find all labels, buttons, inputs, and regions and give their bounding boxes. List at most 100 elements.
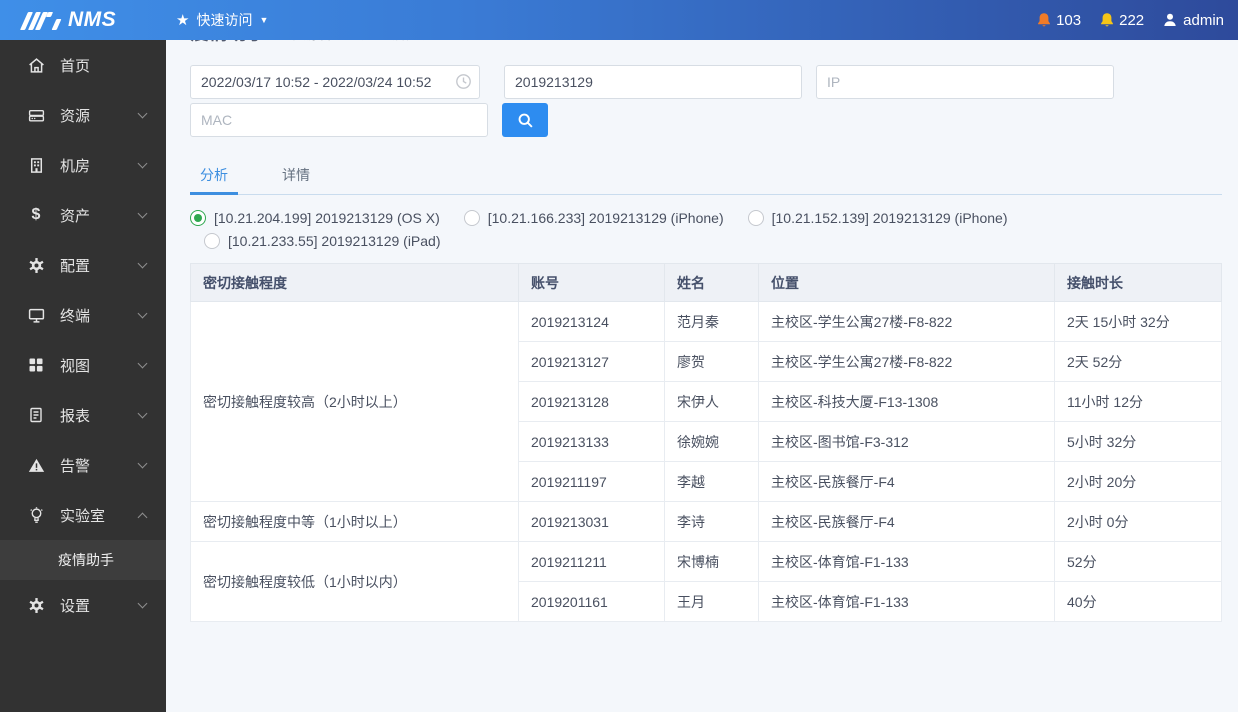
topbar-right: 103 222 admin	[1036, 12, 1238, 29]
device-option-2[interactable]: [10.21.166.233] 2019213129 (iPhone)	[463, 210, 724, 226]
sidebar-item-lab[interactable]: 实验室	[0, 490, 166, 540]
table-row: 密切接触程度较高（2小时以上） 2019213124 范月秦 主校区-学生公寓2…	[190, 301, 1222, 502]
cell-duration-link[interactable]: 2小时 20分	[1054, 461, 1222, 502]
cell-duration-link[interactable]: 5小时 32分	[1054, 421, 1222, 462]
device-option-label: [10.21.152.139] 2019213129 (iPhone)	[771, 210, 1008, 226]
cell-location: 主校区-体育馆-F1-133	[758, 581, 1055, 622]
radio-icon	[463, 210, 480, 226]
account-input[interactable]	[504, 65, 802, 99]
tab-analysis[interactable]: 分析	[190, 157, 238, 195]
logo-icon	[19, 10, 62, 30]
sidebar-item-label: 配置	[60, 257, 91, 275]
cell-location: 主校区-学生公寓27楼-F8-822	[758, 301, 1055, 342]
device-option-1[interactable]: [10.21.204.199] 2019213129 (OS X)	[190, 210, 440, 226]
chevron-down-icon	[137, 358, 148, 369]
cell-account: 2019201161	[518, 581, 665, 622]
notice-count: 222	[1119, 11, 1145, 29]
date-range-input[interactable]	[190, 65, 480, 99]
sidebar-item-label: 视图	[60, 357, 91, 375]
radio-icon	[747, 210, 764, 226]
cell-name: 李诗	[664, 501, 759, 542]
group-label-medium: 密切接触程度中等（1小时以上）	[190, 501, 519, 542]
app-logo: NMS	[0, 8, 166, 32]
sidebar-item-server-room[interactable]: 机房	[0, 140, 166, 190]
cell-name: 范月秦	[664, 301, 759, 342]
radio-selected-icon	[190, 210, 206, 226]
gear-icon	[27, 257, 45, 274]
sidebar-item-label: 告警	[60, 457, 91, 475]
chevron-down-icon	[137, 598, 148, 609]
sidebar-item-resources[interactable]: 资源	[0, 90, 166, 140]
chevron-down-icon	[137, 458, 148, 469]
username: admin	[1183, 11, 1224, 29]
user-menu[interactable]: admin	[1162, 12, 1224, 29]
caret-down-icon: ▼	[259, 14, 269, 25]
cell-location: 主校区-民族餐厅-F4	[758, 461, 1055, 502]
warning-icon	[27, 457, 45, 474]
tab-details[interactable]: 详情	[272, 157, 320, 194]
cell-account: 2019213124	[518, 301, 665, 342]
sidebar-item-label: 资源	[60, 107, 91, 125]
ip-input[interactable]	[816, 65, 1114, 99]
alert-badge[interactable]: 103	[1036, 12, 1081, 29]
cell-name: 廖贺	[664, 341, 759, 382]
sidebar-subitem-epidemic-assistant[interactable]: 疫情助手	[0, 540, 166, 580]
mac-input[interactable]	[190, 103, 488, 137]
alert-count: 103	[1056, 11, 1082, 29]
bell-icon	[1038, 13, 1050, 27]
bell-icon	[1101, 13, 1114, 27]
sidebar-item-settings[interactable]: 设置	[0, 580, 166, 630]
sidebar-item-terminal[interactable]: 终端	[0, 290, 166, 340]
sidebar: 首页 资源 机房 $ 资产 配置 终端 视图 报表 告警 实验室 疫情助手 设置	[0, 40, 166, 712]
home-icon	[27, 57, 45, 74]
grid-icon	[27, 357, 45, 373]
column-header-duration: 接触时长	[1054, 263, 1222, 302]
cell-duration-link[interactable]: 40分	[1054, 581, 1222, 622]
dollar-icon: $	[31, 206, 41, 223]
cell-account: 2019213031	[518, 501, 665, 542]
cell-duration-link[interactable]: 52分	[1054, 541, 1222, 582]
cell-account: 2019213127	[518, 341, 665, 382]
cell-account: 2019211197	[518, 461, 665, 502]
sidebar-item-reports[interactable]: 报表	[0, 390, 166, 440]
topbar: NMS ★ 快速访问 ▼ 103 222 admin	[0, 0, 1238, 40]
cell-duration-link[interactable]: 2小时 0分	[1054, 501, 1222, 542]
tab-bar: 分析 详情	[190, 157, 1222, 195]
chevron-down-icon	[137, 108, 148, 119]
sidebar-item-label: 设置	[60, 597, 91, 615]
sidebar-item-views[interactable]: 视图	[0, 340, 166, 390]
cell-account: 2019213133	[518, 421, 665, 462]
cell-duration-link[interactable]: 2天 15小时 32分	[1054, 301, 1222, 342]
search-button[interactable]	[502, 103, 548, 137]
sidebar-item-assets[interactable]: $ 资产	[0, 190, 166, 240]
device-option-label: [10.21.166.233] 2019213129 (iPhone)	[487, 210, 724, 226]
device-option-3[interactable]: [10.21.152.139] 2019213129 (iPhone)	[747, 210, 1008, 226]
cell-location: 主校区-图书馆-F3-312	[758, 421, 1055, 462]
group-label-high: 密切接触程度较高（2小时以上）	[190, 301, 519, 502]
star-icon: ★	[176, 11, 190, 29]
cell-name: 李越	[664, 461, 759, 502]
contact-table: 密切接触程度 账号 姓名 位置 接触时长 密切接触程度较高（2小时以上） 201…	[190, 263, 1222, 622]
cell-location: 主校区-科技大厦-F13-1308	[758, 381, 1055, 422]
sidebar-item-alerts[interactable]: 告警	[0, 440, 166, 490]
quick-access-menu[interactable]: ★ 快速访问 ▼	[176, 10, 268, 30]
chevron-down-icon	[137, 258, 148, 269]
quick-access-label: 快速访问	[196, 12, 253, 28]
chevron-down-icon	[137, 408, 148, 419]
logo-text: NMS	[68, 8, 117, 31]
chevron-up-icon	[137, 512, 148, 522]
notice-badge[interactable]: 222	[1099, 12, 1144, 29]
search-icon	[518, 113, 533, 128]
cell-name: 王月	[664, 581, 759, 622]
gear-icon	[27, 597, 45, 614]
group-label-low: 密切接触程度较低（1小时以内）	[190, 541, 519, 622]
cell-duration-link[interactable]: 2天 52分	[1054, 341, 1222, 382]
device-option-4[interactable]: [10.21.233.55] 2019213129 (iPad)	[204, 233, 441, 249]
device-option-label: [10.21.233.55] 2019213129 (iPad)	[228, 233, 441, 249]
sidebar-item-home[interactable]: 首页	[0, 40, 166, 90]
sidebar-item-config[interactable]: 配置	[0, 240, 166, 290]
sidebar-item-label: 首页	[60, 57, 91, 75]
cell-duration-link[interactable]: 11小时 12分	[1054, 381, 1222, 422]
chevron-down-icon	[137, 208, 148, 219]
bulb-icon	[27, 506, 45, 524]
